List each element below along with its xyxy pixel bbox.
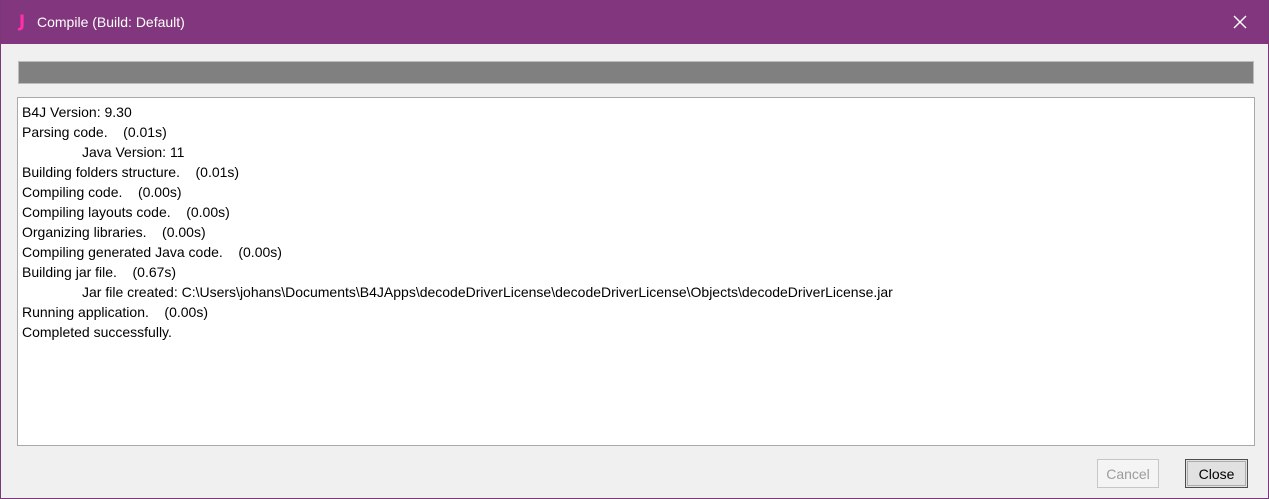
log-line: Building folders structure. (0.01s) (22, 164, 240, 180)
log-line: Completed successfully. (22, 324, 172, 340)
close-button[interactable]: Close (1185, 459, 1248, 488)
title-bar[interactable]: J Compile (Build: Default) (1, 0, 1268, 44)
log-line: B4J Version: 9.30 (22, 104, 132, 120)
log-line: Parsing code. (0.01s) (22, 124, 167, 140)
compile-dialog: J Compile (Build: Default) B4J Version: … (0, 0, 1269, 499)
log-line: Compiling generated Java code. (0.00s) (22, 244, 282, 260)
window-title: Compile (Build: Default) (37, 14, 185, 30)
log-line: Organizing libraries. (0.00s) (22, 224, 206, 240)
close-button-label: Close (1198, 465, 1235, 482)
compile-log[interactable]: B4J Version: 9.30 Parsing code. (0.01s) Ja… (17, 97, 1255, 446)
close-icon[interactable] (1230, 12, 1250, 32)
progress-fill (19, 62, 1253, 83)
log-line: Compiling code. (0.00s) (22, 184, 182, 200)
b4j-app-icon: J (18, 12, 26, 32)
log-line: Compiling layouts code. (0.00s) (22, 204, 230, 220)
compile-progress-bar (18, 61, 1254, 84)
log-line: Building jar file. (0.67s) (22, 264, 177, 280)
cancel-button[interactable]: Cancel (1097, 459, 1159, 488)
log-line: Running application. (0.00s) (22, 304, 208, 320)
log-line: Jar file created: C:\Users\johans\Docume… (82, 284, 893, 300)
log-line: Java Version: 11 (82, 144, 185, 160)
